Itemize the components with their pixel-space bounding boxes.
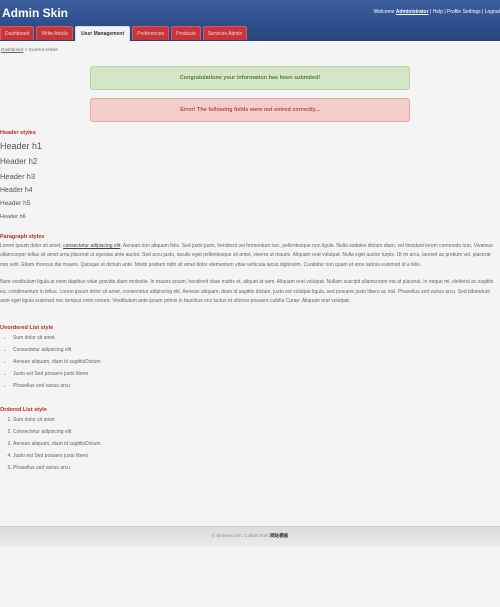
- paragraph-1-link[interactable]: consectetur adipiscing elit: [63, 243, 120, 249]
- tab-services-admin[interactable]: Services Admin: [202, 26, 248, 40]
- success-message: Congratulations your information has bee…: [90, 66, 410, 90]
- top-navigation: Welcome Administrator | Help | Profile S…: [374, 9, 500, 15]
- list-item: Phasellus sed varius arcu: [13, 462, 498, 474]
- heading-h2: Header h2: [0, 157, 38, 166]
- list-item: Aenean aliquam, diam id sagittisDictum: [13, 356, 498, 368]
- header-bar: Admin Skin Welcome Administrator | Help …: [0, 0, 500, 41]
- tab-dashboard[interactable]: Dashboard: [0, 26, 35, 40]
- header-styles-title: Header styles: [0, 130, 36, 136]
- list-item: Consectetur adipiscing elit: [13, 426, 498, 438]
- breadcrumb-current: Current Article: [28, 47, 58, 52]
- top-nav-links[interactable]: | Help | Profile Settings | Logout: [430, 9, 500, 15]
- heading-h6: Header h6: [0, 214, 26, 220]
- list-item: Consectetur adipiscing elit: [13, 344, 498, 356]
- list-item: Aenean aliquam, diam id sagittisDictum: [13, 438, 498, 450]
- list-item: Sum dolor sit amet: [13, 332, 498, 344]
- paragraph-styles-title: Paragraph styles: [0, 234, 45, 240]
- footer-text: © Sinome.com. Collect from: [211, 533, 271, 538]
- tab-user-management[interactable]: User Management: [75, 26, 131, 41]
- app-title: Admin Skin: [2, 6, 69, 20]
- tab-products[interactable]: Products: [171, 26, 201, 40]
- username-link[interactable]: Administrator: [396, 9, 429, 15]
- heading-h4: Header h4: [0, 187, 33, 194]
- footer: © Sinome.com. Collect from 网站模板: [0, 533, 500, 539]
- tab-write-article[interactable]: Write Article: [36, 26, 74, 40]
- main-content: Header styles Header h1 Header h2 Header…: [0, 130, 500, 474]
- paragraph-2: Nam vestibulum ligula at enim dapibus vi…: [0, 279, 494, 305]
- ordered-list: Sum dolor sit amet Consectetur adipiscin…: [0, 414, 498, 474]
- list-item: Justo est Sed posuere justo libero: [13, 450, 498, 462]
- breadcrumb-dashboard-link[interactable]: Dashboard: [1, 47, 23, 52]
- paragraph-1-start: Lorem ipsum dolor sit amet,: [0, 243, 64, 249]
- list-item: Justo est Sed posuere justo libero: [13, 368, 498, 380]
- main-tabs: Dashboard Write Article User Management …: [0, 26, 248, 41]
- list-item: Sum dolor sit amet: [13, 414, 498, 426]
- paragraph-1: Lorem ipsum dolor sit amet, consectetur …: [0, 242, 498, 270]
- unordered-list: Sum dolor sit amet Consectetur adipiscin…: [0, 332, 498, 392]
- unordered-list-title: Unordered List style: [0, 325, 54, 332]
- footer-brand-link[interactable]: 网站模板: [270, 533, 288, 538]
- heading-h5: Header h5: [0, 200, 31, 207]
- heading-h1: Header h1: [0, 141, 43, 151]
- welcome-text: Welcome: [373, 9, 395, 15]
- list-item: Phasellus sed varius arcu: [13, 380, 498, 392]
- error-message: Error! The following fields were not ent…: [90, 98, 410, 122]
- breadcrumb: Dashboard > Current Article: [1, 47, 58, 52]
- tab-preferences[interactable]: Preferences: [132, 26, 170, 40]
- heading-h3: Header h3: [0, 172, 36, 181]
- ordered-list-title: Ordered List style: [0, 407, 47, 414]
